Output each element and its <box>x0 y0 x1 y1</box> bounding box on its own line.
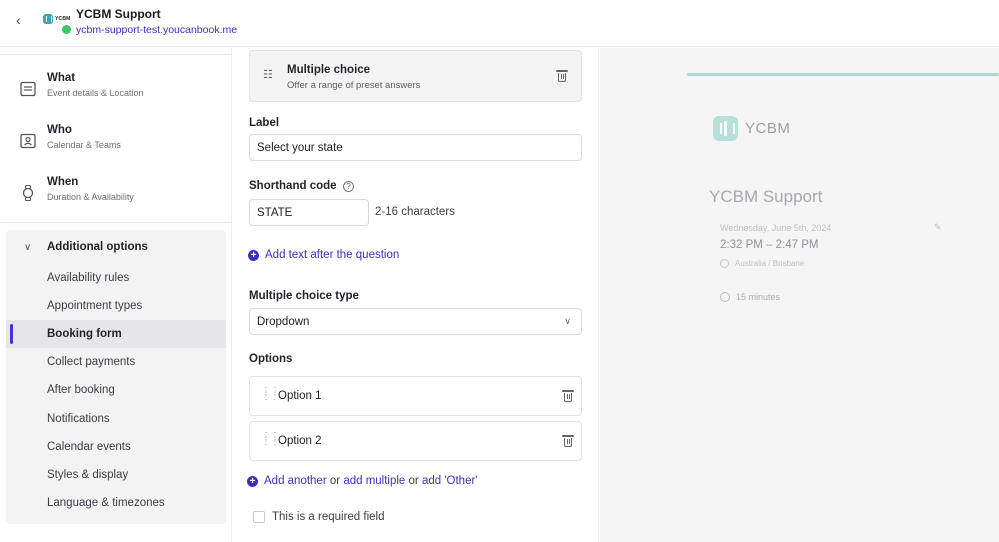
add-another-link[interactable]: Add another <box>264 475 327 487</box>
sidebar-item-label: After booking <box>47 384 115 396</box>
sidebar-divider <box>0 222 232 223</box>
option-text[interactable]: Option 2 <box>278 435 321 447</box>
shorthand-code-label: Shorthand code <box>249 180 337 192</box>
plus-circle-icon[interactable]: + <box>248 250 259 261</box>
sidebar-item-subtitle: Duration & Availability <box>47 192 134 202</box>
or-text: or <box>408 475 419 487</box>
sidebar-item-what[interactable]: What Event details & Location <box>14 70 224 110</box>
or-text: or <box>329 475 341 487</box>
sidebar-item-calendar-events[interactable]: Calendar events <box>6 433 226 461</box>
preview-time: 2:32 PM – 2:47 PM <box>720 239 819 251</box>
booking-page-url-link[interactable]: ycbm-support-test.youcanbook.me <box>76 24 237 36</box>
preview-accent-bar <box>687 73 999 76</box>
sidebar-item-subtitle: Event details & Location <box>47 88 144 98</box>
options-label: Options <box>249 353 293 365</box>
drag-handle-icon[interactable]: ⋮⋮ ⋮⋮ <box>261 387 280 402</box>
preview-timezone-text: Australia / Brisbane <box>735 259 805 268</box>
ycbm-logo: YCBM <box>43 14 71 24</box>
online-status-dot <box>62 25 71 34</box>
add-multiple-link[interactable]: add multiple <box>343 475 405 487</box>
ycbm-logo-text: YCBM <box>55 16 71 22</box>
sidebar-item-title: What <box>47 72 76 84</box>
select-value: Dropdown <box>257 316 310 328</box>
question-type-card: ☷ Multiple choice Offer a range of prese… <box>249 50 582 102</box>
chevron-down-icon: ∨ <box>564 316 571 326</box>
sidebar-item-when[interactable]: When Duration & Availability <box>14 174 224 214</box>
sidebar-item-label: Styles & display <box>47 469 129 481</box>
pencil-icon[interactable]: ✎ <box>934 222 942 233</box>
delete-option-trash-icon[interactable] <box>561 434 575 448</box>
sidebar: What Event details & Location Who Calend… <box>0 48 232 542</box>
sidebar-item-label: Availability rules <box>47 272 130 284</box>
calendar-details-icon <box>19 80 37 98</box>
required-checkbox[interactable] <box>253 511 265 523</box>
preview-title: YCBM Support <box>709 187 823 206</box>
sidebar-item-after-booking[interactable]: After booking <box>6 376 226 404</box>
sidebar-item-label: Appointment types <box>47 300 143 312</box>
ycbm-logo-mark-icon <box>713 116 738 141</box>
add-other-link[interactable]: add 'Other' <box>422 475 478 487</box>
preview-duration-text: 15 minutes <box>736 292 781 302</box>
preview-date: Wednesday, June 5th, 2024 <box>720 223 832 233</box>
drag-handle-icon[interactable]: ⋮⋮ ⋮⋮ <box>261 432 280 447</box>
plus-circle-icon[interactable]: + <box>247 476 258 487</box>
question-type-subtitle: Offer a range of preset answers <box>287 80 421 91</box>
question-type-title: Multiple choice <box>287 64 371 76</box>
sidebar-item-label: Notifications <box>47 413 110 425</box>
multiple-choice-type-select[interactable]: Dropdown ∨ <box>249 308 582 335</box>
sidebar-item-subtitle: Calendar & Teams <box>47 140 121 150</box>
delete-option-trash-icon[interactable] <box>561 389 575 403</box>
globe-icon <box>720 259 729 268</box>
preview-timezone: Australia / Brisbane <box>720 259 804 268</box>
back-chevron-left-icon[interactable]: ‹ <box>16 11 32 29</box>
sidebar-item-title: When <box>47 176 79 188</box>
sidebar-item-availability-rules[interactable]: Availability rules <box>6 264 226 292</box>
additional-options-panel: ∨ Additional options Availability rules … <box>6 230 226 524</box>
sidebar-item-title: Who <box>47 124 72 136</box>
sidebar-item-label: Collect payments <box>47 356 136 368</box>
add-text-after-question-link[interactable]: Add text after the question <box>265 249 399 261</box>
option-row: ⋮⋮ ⋮⋮ Option 2 <box>249 421 582 461</box>
multiple-choice-type-label: Multiple choice type <box>249 290 359 302</box>
preview-logo-text: YCBM <box>745 120 791 137</box>
option-text[interactable]: Option 1 <box>278 390 321 402</box>
option-row: ⋮⋮ ⋮⋮ Option 1 <box>249 376 582 416</box>
sidebar-item-booking-form[interactable]: Booking form <box>6 320 226 348</box>
ycbm-logo-mark-icon <box>43 14 53 24</box>
preview-duration: 15 minutes <box>720 292 780 302</box>
booking-page-preview: YCBM YCBM Support Wednesday, June 5th, 2… <box>600 48 999 542</box>
top-header: ‹ YCBM YCBM Support ycbm-support-test.yo… <box>0 0 999 47</box>
active-indicator-bar <box>10 324 13 344</box>
sidebar-item-collect-payments[interactable]: Collect payments <box>6 348 226 376</box>
clock-icon <box>720 292 730 302</box>
shorthand-code-input[interactable] <box>249 199 369 226</box>
delete-question-trash-icon[interactable] <box>555 69 569 83</box>
sidebar-item-notifications[interactable]: Notifications <box>6 405 226 433</box>
page-title: YCBM Support <box>76 7 161 21</box>
shorthand-hint: 2-16 characters <box>375 206 455 218</box>
required-checkbox-label: This is a required field <box>272 511 385 523</box>
sidebar-item-appointment-types[interactable]: Appointment types <box>6 292 226 320</box>
list-icon: ☷ <box>263 69 273 81</box>
chevron-down-icon: ∨ <box>24 242 32 253</box>
additional-options-toggle[interactable]: ∨ Additional options <box>6 240 226 258</box>
additional-options-label: Additional options <box>47 241 148 253</box>
sidebar-item-label: Language & timezones <box>47 497 165 509</box>
label-input[interactable] <box>249 134 582 161</box>
sidebar-item-language-timezones[interactable]: Language & timezones <box>6 489 226 517</box>
sidebar-item-who[interactable]: Who Calendar & Teams <box>14 122 224 162</box>
watch-icon <box>19 184 37 202</box>
sidebar-item-label: Booking form <box>47 328 122 340</box>
sidebar-item-styles-display[interactable]: Styles & display <box>6 461 226 489</box>
help-circle-icon[interactable]: ? <box>343 181 354 192</box>
sidebar-item-label: Calendar events <box>47 441 131 453</box>
person-card-icon <box>19 132 37 150</box>
label-field-label: Label <box>249 117 280 129</box>
sidebar-divider-top <box>0 54 232 55</box>
booking-form-editor: ☷ Multiple choice Offer a range of prese… <box>233 48 599 542</box>
preview-logo: YCBM <box>713 116 790 141</box>
